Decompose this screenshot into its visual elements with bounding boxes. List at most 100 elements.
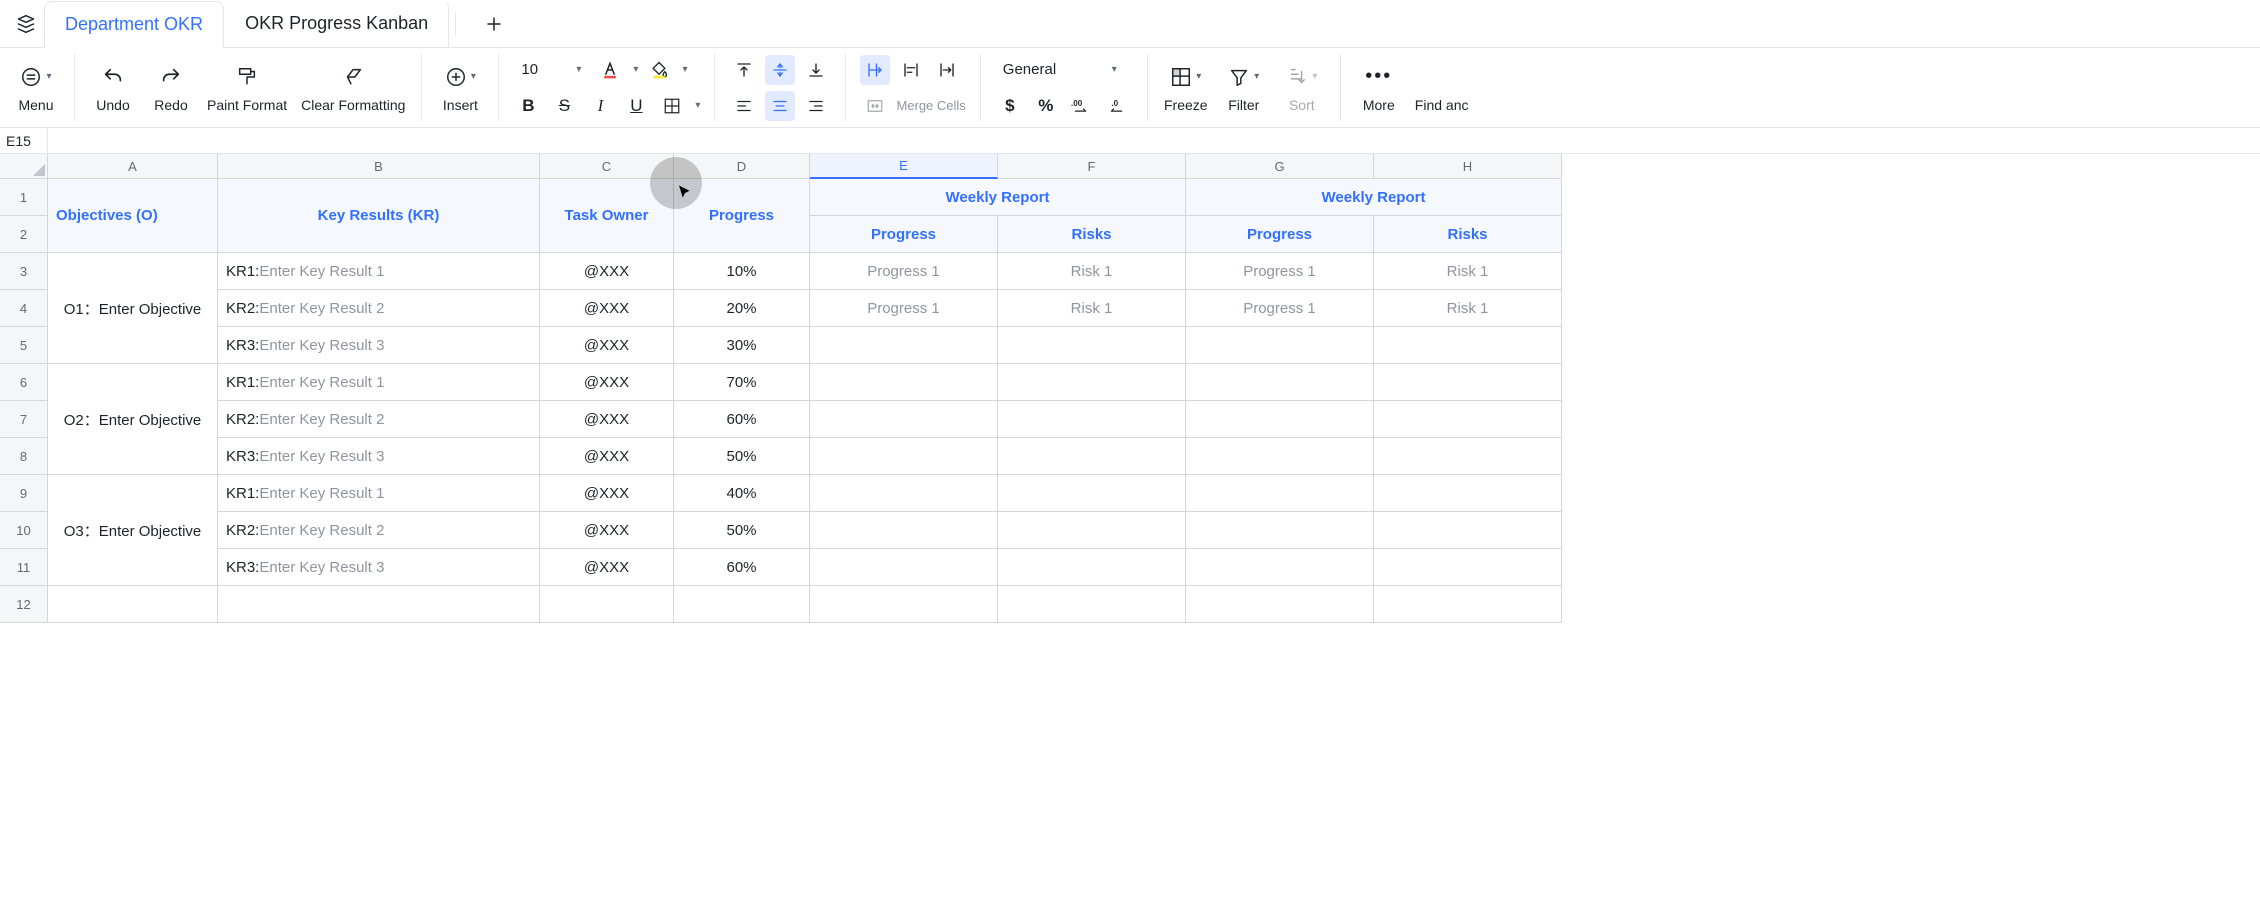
cell[interactable]	[1186, 586, 1374, 623]
formula-input[interactable]	[48, 128, 2260, 153]
wrap-overflow-button[interactable]	[860, 55, 890, 85]
row-header-3[interactable]: 3	[0, 253, 48, 290]
cell[interactable]: KR1: Enter Key Result 1	[218, 475, 540, 512]
filter-button[interactable]: ▾ Filter	[1220, 59, 1268, 117]
cell[interactable]	[674, 586, 810, 623]
cell[interactable]	[998, 401, 1186, 438]
cell[interactable]: @XXX	[540, 438, 674, 475]
cell[interactable]	[998, 327, 1186, 364]
chevron-down-icon[interactable]: ▾	[682, 64, 687, 75]
row-header-10[interactable]: 10	[0, 512, 48, 549]
cell[interactable]: Progress 1	[810, 290, 998, 327]
cell[interactable]: Risks	[998, 216, 1186, 253]
cell[interactable]	[998, 364, 1186, 401]
col-header-C[interactable]: C	[540, 154, 674, 179]
cell[interactable]: KR2: Enter Key Result 2	[218, 512, 540, 549]
row-header-7[interactable]: 7	[0, 401, 48, 438]
valign-bottom-button[interactable]	[801, 55, 831, 85]
cell[interactable]	[1186, 438, 1374, 475]
cell[interactable]: Risk 1	[998, 290, 1186, 327]
cell[interactable]: Progress 1	[1186, 253, 1374, 290]
valign-middle-button[interactable]	[765, 55, 795, 85]
percent-button[interactable]: %	[1031, 91, 1061, 121]
currency-button[interactable]: $	[995, 91, 1025, 121]
col-header-B[interactable]: B	[218, 154, 540, 179]
cell[interactable]	[1374, 438, 1562, 475]
row-header-9[interactable]: 9	[0, 475, 48, 512]
cell[interactable]	[810, 438, 998, 475]
cell[interactable]	[810, 549, 998, 586]
cell[interactable]	[998, 512, 1186, 549]
col-header-E[interactable]: E	[810, 154, 998, 179]
cell[interactable]: O3：Enter Objective	[48, 475, 218, 586]
cell[interactable]: 50%	[674, 438, 810, 475]
cell[interactable]: Risk 1	[1374, 290, 1562, 327]
cell[interactable]: KR1: Enter Key Result 1	[218, 364, 540, 401]
row-header-2[interactable]: 2	[0, 216, 48, 253]
halign-left-button[interactable]	[729, 91, 759, 121]
cell[interactable]: 30%	[674, 327, 810, 364]
tab-department-okr[interactable]: Department OKR	[44, 1, 224, 48]
cell[interactable]	[1374, 475, 1562, 512]
more-button[interactable]: ••• More	[1355, 59, 1403, 117]
cell[interactable]: 10%	[674, 253, 810, 290]
col-header-G[interactable]: G	[1186, 154, 1374, 179]
chevron-down-icon[interactable]: ▾	[695, 100, 700, 111]
row-header-1[interactable]: 1	[0, 179, 48, 216]
cell[interactable]: O2：Enter Objective	[48, 364, 218, 475]
strikethrough-button[interactable]: S	[549, 91, 579, 121]
cell[interactable]	[218, 586, 540, 623]
halign-center-button[interactable]	[765, 91, 795, 121]
insert-button[interactable]: ▾ Insert	[436, 59, 484, 117]
cell[interactable]: Risk 1	[1374, 253, 1562, 290]
cell[interactable]	[810, 586, 998, 623]
cell[interactable]: KR2: Enter Key Result 2	[218, 290, 540, 327]
cell[interactable]: Progress	[674, 179, 810, 253]
redo-button[interactable]: Redo	[147, 59, 195, 117]
number-format-select[interactable]: General ▾	[995, 55, 1125, 85]
italic-button[interactable]: I	[585, 91, 615, 121]
tab-okr-progress-kanban[interactable]: OKR Progress Kanban	[224, 0, 449, 47]
row-header-6[interactable]: 6	[0, 364, 48, 401]
cell[interactable]: 60%	[674, 401, 810, 438]
cell[interactable]	[810, 401, 998, 438]
halign-right-button[interactable]	[801, 91, 831, 121]
cell[interactable]	[1186, 475, 1374, 512]
col-header-D[interactable]: D	[674, 154, 810, 179]
borders-button[interactable]	[657, 91, 687, 121]
chevron-down-icon[interactable]: ▾	[633, 64, 638, 75]
cell[interactable]: @XXX	[540, 290, 674, 327]
cell[interactable]: Weekly Report	[810, 179, 1186, 216]
text-color-button[interactable]	[595, 55, 625, 85]
col-header-H[interactable]: H	[1374, 154, 1562, 179]
freeze-button[interactable]: ▾ Freeze	[1162, 59, 1210, 117]
row-header-5[interactable]: 5	[0, 327, 48, 364]
cell[interactable]	[1186, 327, 1374, 364]
cell[interactable]: KR2: Enter Key Result 2	[218, 401, 540, 438]
cell[interactable]	[48, 586, 218, 623]
cell[interactable]: KR1: Enter Key Result 1	[218, 253, 540, 290]
undo-button[interactable]: Undo	[89, 59, 137, 117]
cell[interactable]: Weekly Report	[1186, 179, 1562, 216]
select-all-corner[interactable]	[0, 154, 48, 179]
cell[interactable]	[810, 512, 998, 549]
valign-top-button[interactable]	[729, 55, 759, 85]
row-header-11[interactable]: 11	[0, 549, 48, 586]
cell[interactable]: 20%	[674, 290, 810, 327]
cell[interactable]	[1374, 586, 1562, 623]
cell[interactable]	[1374, 327, 1562, 364]
row-header-8[interactable]: 8	[0, 438, 48, 475]
cell[interactable]: Key Results (KR)	[218, 179, 540, 253]
cell[interactable]: O1：Enter Objective	[48, 253, 218, 364]
cell[interactable]	[1186, 401, 1374, 438]
col-header-A[interactable]: A	[48, 154, 218, 179]
cell[interactable]: KR3: Enter Key Result 3	[218, 549, 540, 586]
cell[interactable]: Objectives (O)	[48, 179, 218, 253]
cell[interactable]	[1186, 512, 1374, 549]
cell[interactable]	[1374, 364, 1562, 401]
underline-button[interactable]: U	[621, 91, 651, 121]
cell[interactable]: @XXX	[540, 327, 674, 364]
cell[interactable]: Progress 1	[810, 253, 998, 290]
cell[interactable]: Progress	[1186, 216, 1374, 253]
clear-formatting-button[interactable]: Clear Formatting	[299, 59, 407, 117]
